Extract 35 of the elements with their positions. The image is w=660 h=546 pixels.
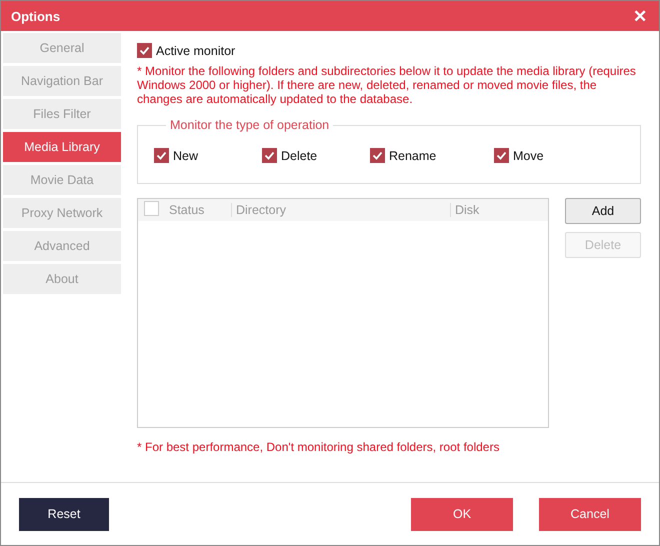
window-title: Options (11, 8, 60, 24)
column-header[interactable]: Directory (231, 203, 450, 217)
sidebar-item[interactable]: General (3, 33, 121, 63)
group-title: Monitor the type of operation (169, 118, 330, 132)
checkbox[interactable] (494, 148, 509, 163)
close-button[interactable]: ✕ (633, 6, 647, 26)
info-note: * Monitor the following folders and subdirectories below it to update the media library (requires Windows 2000 or higher). If there are new, deleted, renamed or moved movie files, the changes are automatically updated to the database. (137, 64, 637, 106)
sidebar-item[interactable]: About (3, 264, 121, 294)
sidebar-item[interactable]: Advanced (3, 231, 121, 261)
cancel-button[interactable]: Cancel (539, 498, 641, 530)
sidebar-item[interactable]: Media Library (3, 132, 121, 162)
add-button[interactable]: Add (565, 198, 641, 224)
sidebar-item[interactable]: Navigation Bar (3, 66, 121, 96)
checkmark-icon (139, 45, 150, 56)
checkbox-label: Active monitor (156, 44, 236, 58)
checkmark-icon (156, 150, 167, 161)
checkmark-icon (372, 150, 383, 161)
checkbox-label: New (173, 148, 198, 162)
performance-note: * For best performance, Don't monitoring shared folders, root folders (137, 440, 500, 454)
checkbox-label: Delete (281, 148, 318, 162)
checkbox-label: Rename (389, 148, 436, 162)
ok-button[interactable]: OK (411, 498, 513, 530)
checkbox[interactable] (370, 148, 385, 163)
column-header[interactable]: Disk (450, 203, 546, 217)
reset-button[interactable]: Reset (19, 498, 109, 530)
checkbox[interactable] (137, 43, 152, 58)
checkbox-label: Move (513, 148, 544, 162)
sidebar-item[interactable]: Files Filter (3, 99, 121, 129)
checkbox[interactable] (154, 148, 169, 163)
column-header[interactable]: Status (165, 203, 231, 217)
sidebar-item[interactable]: Proxy Network (3, 198, 121, 228)
checkbox[interactable] (262, 148, 277, 163)
sidebar-item[interactable]: Movie Data (3, 165, 121, 195)
checkmark-icon (264, 150, 275, 161)
checkmark-icon (496, 150, 507, 161)
